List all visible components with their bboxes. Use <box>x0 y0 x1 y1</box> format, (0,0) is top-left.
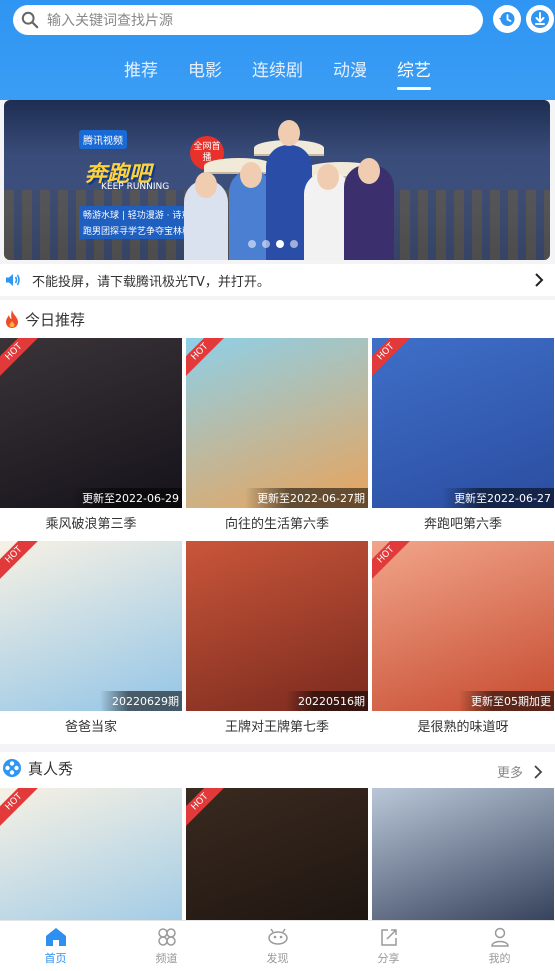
tabbar-channel[interactable]: 频道 <box>111 921 222 971</box>
video-thumbnail[interactable]: HOT 更新至2022-06-29 <box>0 338 182 508</box>
tabbar-profile[interactable]: 我的 <box>444 921 555 971</box>
video-thumbnail[interactable]: HOT 更新至2022-06-27 <box>372 338 554 508</box>
today-recommend-section: 今日推荐 HOT 更新至2022-06-29 乘风破浪第三季 HOT 更新至2022-0… <box>0 300 555 744</box>
brand-label: 腾讯视频 <box>79 130 127 149</box>
show-subtitle: KEEP RUNNING <box>101 182 170 192</box>
video-thumbnail[interactable]: HOT 20220629期 <box>0 541 182 711</box>
download-icon <box>531 10 549 28</box>
hot-badge: HOT <box>0 541 41 582</box>
tab-series[interactable]: 连续剧 <box>252 56 303 90</box>
tabbar-label: 频道 <box>155 952 178 965</box>
pagination-dot-active[interactable] <box>276 240 284 248</box>
update-label: 更新至2022-06-27 <box>442 488 554 508</box>
profile-icon <box>490 927 509 947</box>
search-icon <box>21 11 39 29</box>
film-reel-icon <box>3 759 21 777</box>
video-card[interactable]: HOT 更新至2022-06-29 乘风破浪第三季 <box>0 338 182 542</box>
search-input[interactable]: 输入关键词查找片源 <box>13 5 483 35</box>
section-title: 真人秀 <box>28 759 74 778</box>
category-tabs: 推荐 电影 连续剧 动漫 综艺 <box>0 56 555 90</box>
tab-variety[interactable]: 综艺 <box>397 56 431 90</box>
pagination-dot[interactable] <box>248 240 256 248</box>
more-link[interactable]: 更多 <box>497 762 543 781</box>
cast-face <box>358 158 380 184</box>
cast-face <box>317 164 339 190</box>
video-card[interactable]: HOT 20220629期爸爸当家 <box>0 541 182 745</box>
video-card[interactable]: 20220516期王牌对王牌第七季 <box>186 541 368 745</box>
reality-show-section: 真人秀 更多 HOT HOT <box>0 752 555 920</box>
video-thumbnail[interactable]: 20220516期 <box>186 541 368 711</box>
notice-bar[interactable]: 不能投屏，请下载腾讯极光TV，并打开。 <box>0 264 555 296</box>
top-header: 输入关键词查找片源 推荐 电影 连续剧 动漫 综艺 <box>0 0 555 100</box>
update-label: 更新至05期加更 <box>459 691 554 711</box>
update-label: 更新至2022-06-27期 <box>245 488 368 508</box>
cast-face <box>278 120 300 146</box>
tabbar-label: 我的 <box>488 952 511 965</box>
tabbar-discover[interactable]: 发现 <box>222 921 333 971</box>
hero-banner[interactable]: 腾讯视频 奔跑吧 KEEP RUNNING 畅游水球 | 轻功漫游 · 诗意卧底… <box>4 100 550 260</box>
video-title: 王牌对王牌第七季 <box>224 720 329 735</box>
chevron-right-icon[interactable] <box>533 272 545 288</box>
hot-badge: HOT <box>186 338 227 379</box>
channel-icon <box>157 928 176 946</box>
video-thumbnail[interactable]: HOT 更新至2022-06-27期 <box>186 338 368 508</box>
video-thumbnail[interactable]: HOT <box>186 788 368 920</box>
tabbar-home[interactable]: 首页 <box>0 921 111 971</box>
hot-badge: HOT <box>372 541 413 582</box>
video-title: 奔跑吧第六季 <box>423 517 502 532</box>
video-card[interactable]: HOT 更新至05期加更是很熟的味道呀 <box>372 541 554 745</box>
video-thumbnail[interactable] <box>372 788 554 920</box>
fire-icon <box>6 310 18 328</box>
umbrella-image <box>204 158 274 174</box>
tabbar-label: 分享 <box>377 952 400 965</box>
video-card[interactable] <box>372 788 554 920</box>
hot-badge: HOT <box>186 788 227 829</box>
video-card[interactable]: HOT 更新至2022-06-27 奔跑吧第六季 <box>372 338 554 542</box>
notice-text: 不能投屏，请下载腾讯极光TV，并打开。 <box>32 274 270 290</box>
hot-badge: HOT <box>0 338 41 379</box>
tab-recommend[interactable]: 推荐 <box>124 56 158 90</box>
hot-badge: HOT <box>0 788 41 829</box>
video-title: 乘风破浪第三季 <box>45 517 137 532</box>
history-icon <box>499 12 515 26</box>
banner-pagination <box>248 240 304 248</box>
video-title: 爸爸当家 <box>64 720 117 735</box>
history-button[interactable] <box>493 5 521 33</box>
pagination-dot[interactable] <box>290 240 298 248</box>
speaker-icon <box>6 274 20 286</box>
hot-badge: HOT <box>372 338 413 379</box>
tabbar-label: 首页 <box>44 952 67 965</box>
video-card[interactable]: HOT <box>186 788 368 920</box>
update-label: 更新至2022-06-29 <box>70 488 182 508</box>
bottom-tab-bar: 首页 频道 发现 分享 我的 <box>0 920 555 971</box>
video-card[interactable]: HOT <box>0 788 182 920</box>
cast-face <box>240 162 262 188</box>
tab-movie[interactable]: 电影 <box>188 56 222 90</box>
download-button[interactable] <box>526 5 554 33</box>
tab-anime[interactable]: 动漫 <box>333 56 367 90</box>
more-label: 更多 <box>496 766 523 781</box>
home-icon <box>45 928 66 946</box>
discover-icon <box>267 928 288 945</box>
update-label: 20220516期 <box>286 691 368 711</box>
cast-face <box>195 172 217 198</box>
share-icon <box>380 929 397 946</box>
video-thumbnail[interactable]: HOT <box>0 788 182 920</box>
search-placeholder: 输入关键词查找片源 <box>47 13 173 29</box>
video-thumbnail[interactable]: HOT 更新至05期加更 <box>372 541 554 711</box>
video-title: 向往的生活第六季 <box>224 517 329 532</box>
section-header: 真人秀 更多 <box>0 752 555 784</box>
update-label: 20220629期 <box>100 691 182 711</box>
chevron-right-icon <box>534 764 543 779</box>
tabbar-label: 发现 <box>266 952 289 965</box>
section-header: 今日推荐 <box>0 300 555 338</box>
pagination-dot[interactable] <box>262 240 270 248</box>
section-title: 今日推荐 <box>25 310 86 329</box>
video-card[interactable]: HOT 更新至2022-06-27期向往的生活第六季 <box>186 338 368 542</box>
video-title: 是很熟的味道呀 <box>417 720 509 735</box>
tabbar-share[interactable]: 分享 <box>333 921 444 971</box>
